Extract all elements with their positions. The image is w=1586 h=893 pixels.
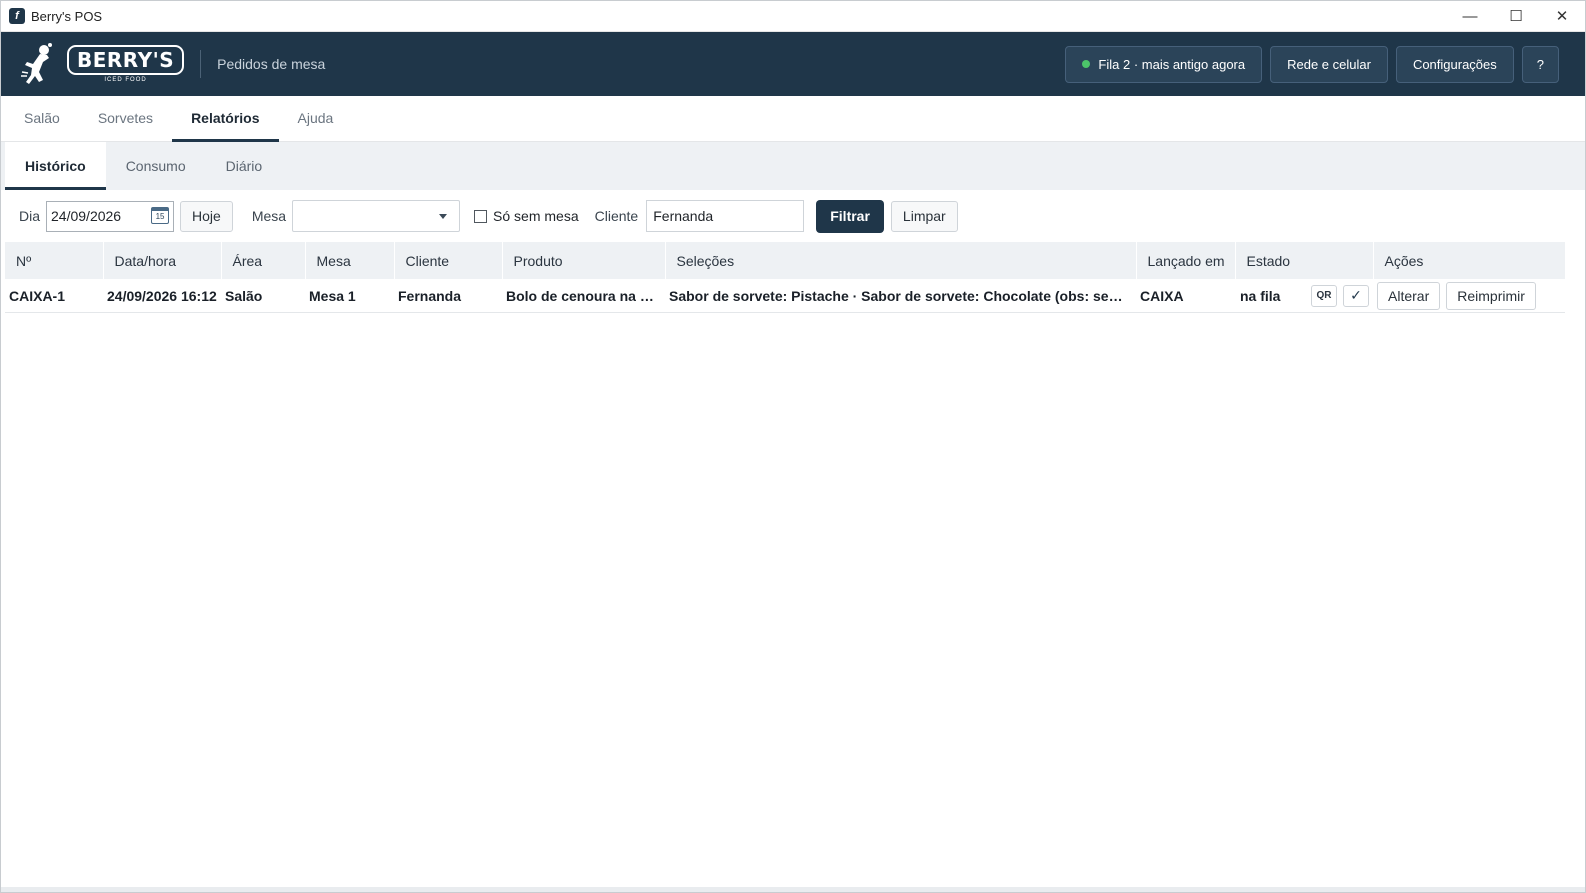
queue-status-label: Fila 2 · mais antigo agora [1098, 56, 1246, 72]
status-dot-icon [1082, 60, 1091, 68]
minimize-icon: — [1462, 7, 1478, 25]
title-bar: f Berry's POS — ☐ ✕ [1, 1, 1585, 32]
subtab-diario[interactable]: Diário [206, 142, 283, 190]
network-button-label: Rede e celular [1287, 56, 1371, 72]
day-date-value: 24/09/2026 [51, 208, 122, 224]
window-controls: — ☐ ✕ [1447, 1, 1585, 32]
table-select[interactable] [292, 200, 461, 232]
tab-sorvetes[interactable]: Sorvetes [79, 95, 172, 141]
header-subtitle: Pedidos de mesa [217, 56, 326, 72]
help-button-label: ? [1536, 56, 1544, 72]
tab-salao[interactable]: Salão [5, 95, 79, 141]
cell-mesa: Mesa 1 [309, 287, 356, 304]
chevron-down-icon [439, 214, 448, 219]
table-row[interactable]: CAIXA-1 24/09/2026 16:12 Salão Mesa 1 Fe… [5, 279, 1565, 313]
day-label: Dia [19, 208, 41, 224]
brand-tagline: ICED FOOD [104, 77, 147, 83]
close-icon: ✕ [1555, 8, 1569, 25]
queue-status-button[interactable]: Fila 2 · mais antigo agora [1065, 45, 1263, 83]
main-tabs: Salão Sorvetes Relatórios Ajuda [1, 96, 1585, 142]
cell-num: CAIXA-1 [9, 287, 66, 304]
column-header-estado[interactable]: Estado [1235, 242, 1374, 279]
column-header-cliente[interactable]: Cliente [394, 242, 503, 279]
tab-ajuda[interactable]: Ajuda [279, 95, 353, 141]
column-header-produto[interactable]: Produto [502, 242, 666, 279]
subtab-consumo[interactable]: Consumo [106, 142, 206, 190]
qr-button[interactable]: QR [1311, 284, 1337, 307]
bottom-scroll-strip [1, 887, 1585, 892]
maximize-icon: ☐ [1509, 8, 1523, 25]
help-button[interactable]: ? [1521, 45, 1559, 83]
column-header-datetime[interactable]: Data/hora [103, 242, 222, 279]
settings-button[interactable]: Configurações [1395, 45, 1514, 83]
filter-bar: Dia 24/09/2026 15 Hoje Mesa Só sem mesa … [1, 190, 1585, 242]
subtab-historico[interactable]: Histórico [5, 142, 106, 190]
column-header-acoes[interactable]: Ações [1373, 242, 1566, 279]
table-filter-label: Mesa [251, 208, 287, 224]
column-header-area[interactable]: Área [221, 242, 306, 279]
edit-button[interactable]: Alterar [1377, 281, 1441, 310]
tab-relatorios[interactable]: Relatórios [172, 95, 280, 142]
network-button[interactable]: Rede e celular [1270, 45, 1388, 83]
app-window: f Berry's POS — ☐ ✕ BERRY'S ICED FOOD Pe… [0, 0, 1586, 893]
calendar-icon[interactable]: 15 [151, 206, 170, 224]
cell-area: Salão [225, 287, 263, 304]
app-icon: f [9, 8, 25, 24]
mascot-icon [21, 43, 52, 84]
reprint-button[interactable]: Reimprimir [1446, 281, 1536, 310]
column-header-mesa[interactable]: Mesa [305, 242, 395, 279]
cell-cliente: Fernanda [398, 287, 462, 304]
column-header-num[interactable]: Nº [5, 242, 104, 279]
client-filter-label: Cliente [594, 208, 639, 224]
orders-table-wrap: Nº Data/hora Área Mesa Cliente Produto S… [5, 242, 1581, 313]
cell-selecoes: Sabor de sorvete: Pistache · Sabor de so… [669, 287, 1136, 304]
client-input[interactable]: Fernanda [646, 200, 805, 232]
no-table-checkbox[interactable] [474, 209, 488, 223]
settings-button-label: Configurações [1412, 56, 1497, 72]
cell-estado: na fila QR ✓ [1235, 279, 1373, 313]
estado-text: na fila [1240, 287, 1281, 304]
brand-logo: BERRY'S ICED FOOD [19, 42, 185, 86]
cell-acoes: Alterar Reimprimir [1373, 279, 1565, 313]
cell-produto: Bolo de cenoura na cha... [506, 287, 665, 304]
filter-button[interactable]: Filtrar [816, 199, 884, 233]
header-divider [200, 50, 202, 78]
table-header-row: Nº Data/hora Área Mesa Cliente Produto S… [5, 242, 1566, 279]
close-button[interactable]: ✕ [1539, 1, 1585, 32]
column-header-selecoes[interactable]: Seleções [665, 242, 1137, 279]
window-title: Berry's POS [31, 8, 103, 24]
minimize-button[interactable]: — [1447, 1, 1493, 32]
day-date-input[interactable]: 24/09/2026 15 [46, 200, 175, 232]
cell-lancado: CAIXA [1140, 287, 1184, 304]
app-header: BERRY'S ICED FOOD Pedidos de mesa Fila 2… [1, 32, 1585, 96]
maximize-button[interactable]: ☐ [1493, 1, 1539, 32]
sub-tabs: Histórico Consumo Diário [1, 142, 1585, 190]
today-button[interactable]: Hoje [180, 200, 233, 232]
no-table-label[interactable]: Só sem mesa [493, 208, 579, 224]
brand-wordmark: BERRY'S [67, 45, 185, 75]
clear-button[interactable]: Limpar [890, 200, 958, 232]
column-header-lancado[interactable]: Lançado em [1136, 242, 1236, 279]
check-icon[interactable]: ✓ [1343, 284, 1369, 307]
cell-datetime: 24/09/2026 16:12 [107, 287, 217, 304]
orders-table: Nº Data/hora Área Mesa Cliente Produto S… [5, 242, 1566, 313]
